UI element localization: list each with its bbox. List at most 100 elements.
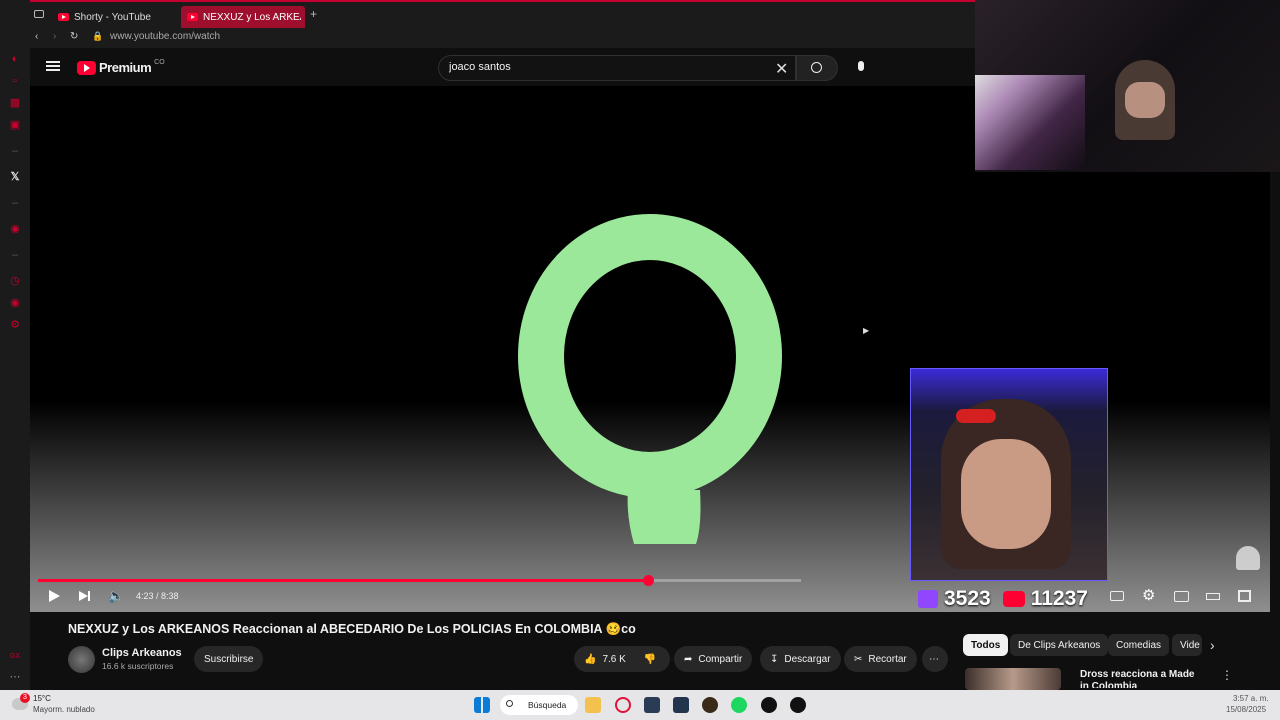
opera-sidebar: ◐ ▫ ▩ ▣ – 𝕏 – ◉ – ◷ ◉ ⚙ GX ⋯ xyxy=(0,0,30,690)
recommended-title[interactable]: Dross reacciona a Made in Colombia xyxy=(1080,669,1200,688)
clip-label: Recortar xyxy=(868,653,907,665)
clear-search-icon[interactable]: ✕ xyxy=(775,59,788,79)
back-icon[interactable]: ‹ xyxy=(35,31,38,42)
notification-badge: 3 xyxy=(20,693,30,703)
sidebar-mail-icon[interactable]: ▣ xyxy=(9,119,21,131)
sidebar-gx-icon[interactable]: GX xyxy=(9,651,21,663)
windows-start-icon[interactable] xyxy=(474,697,490,713)
progress-bar[interactable] xyxy=(38,575,801,586)
next-icon[interactable] xyxy=(77,588,93,604)
progress-fill xyxy=(38,579,649,582)
youtube-header: Premium CO ✕ xyxy=(30,48,975,86)
thumbs-up-icon: 👍 xyxy=(584,653,597,665)
file-explorer-icon[interactable] xyxy=(585,697,601,713)
subscribe-button[interactable]: Suscribirse xyxy=(194,646,264,672)
download-icon: ↧ xyxy=(770,653,779,665)
download-button[interactable]: ↧ Descargar xyxy=(760,646,841,672)
twitch-icon xyxy=(918,590,938,608)
volume-icon[interactable]: 🔈 xyxy=(108,588,124,604)
channel-avatar[interactable] xyxy=(68,646,95,673)
brand-label: Premium xyxy=(99,60,152,75)
chip-comedy[interactable]: Comedias xyxy=(1108,634,1170,656)
ghost-avatar-icon xyxy=(1236,546,1260,570)
chip-label: Vide xyxy=(1180,639,1200,651)
play-icon[interactable] xyxy=(47,588,63,604)
sidebar-divider-icon: – xyxy=(11,249,19,261)
scissors-icon: ✂ xyxy=(854,653,863,665)
clock-date[interactable]: 15/08/2025 xyxy=(1226,705,1266,714)
sidebar-settings-icon[interactable]: ⚙ xyxy=(9,319,21,331)
chip-videos[interactable]: Vide xyxy=(1172,634,1202,656)
mouse-cursor-icon: ▶ xyxy=(863,326,870,335)
youtube-viewer-count: 11237 xyxy=(1030,587,1088,610)
streamer-cam-overlay xyxy=(910,368,1108,581)
share-button[interactable]: ➦ Compartir xyxy=(674,646,753,672)
fullscreen-icon[interactable] xyxy=(1238,590,1251,602)
sidebar-history-icon[interactable]: ◐ xyxy=(9,53,21,65)
thumbs-down-icon[interactable]: 👎 xyxy=(644,654,656,665)
tab-label: Shorty - YouTube xyxy=(74,11,151,23)
video-title: NEXXUZ y Los ARKEANOS Reaccionan al ABEC… xyxy=(68,622,636,636)
opera-gx-icon[interactable] xyxy=(615,697,631,713)
country-code: CO xyxy=(154,59,165,66)
share-icon: ➦ xyxy=(684,653,693,665)
clock-time[interactable]: 3:57 a. m. xyxy=(1233,694,1269,703)
spotify-icon[interactable] xyxy=(731,697,747,713)
address-bar: ‹ › ↻ 🔒 www.youtube.com/watch xyxy=(0,28,975,48)
like-button[interactable]: 👍 7.6 K 👎 xyxy=(574,646,670,672)
channel-actions-row: Clips Arkeanos 16.6 k suscriptores Suscr… xyxy=(68,644,948,674)
youtube-premium-logo[interactable]: Premium CO xyxy=(77,59,165,75)
channel-name[interactable]: Clips Arkeanos xyxy=(102,647,182,659)
youtube-logo-icon xyxy=(77,60,96,75)
youtube-icon xyxy=(1002,591,1025,607)
progress-scrubber[interactable] xyxy=(643,575,655,586)
recommended-thumbnail[interactable] xyxy=(965,668,1061,690)
hamburger-menu-icon[interactable] xyxy=(46,61,60,71)
miniplayer-icon[interactable] xyxy=(1174,591,1189,602)
search-button[interactable] xyxy=(796,55,838,81)
app-icon-5[interactable] xyxy=(790,697,806,713)
subscriber-count: 16.6 k suscriptores xyxy=(102,661,174,671)
search-icon xyxy=(811,62,822,73)
app-icon-4[interactable] xyxy=(761,697,777,713)
recommended-more-icon[interactable]: ⋮ xyxy=(1221,668,1233,682)
search-box: ✕ xyxy=(438,55,796,81)
sidebar-player-icon[interactable]: ◉ xyxy=(9,223,21,235)
share-label: Compartir xyxy=(698,653,743,665)
sidebar-bubble-icon[interactable]: ◉ xyxy=(9,297,21,309)
app-icon-1[interactable] xyxy=(644,697,660,713)
sidebar-x-icon[interactable]: 𝕏 xyxy=(9,171,21,183)
tab-islands-icon[interactable] xyxy=(34,10,44,18)
search-input[interactable] xyxy=(449,61,769,73)
more-label: ⋯ xyxy=(929,653,939,665)
chip-all[interactable]: Todos xyxy=(963,634,1009,656)
app-icon-2[interactable] xyxy=(673,697,689,713)
subtitles-icon[interactable] xyxy=(1110,591,1124,601)
settings-icon[interactable]: ⚙ xyxy=(1142,588,1158,604)
more-actions-button[interactable]: ⋯ xyxy=(922,646,948,672)
clip-button[interactable]: ✂ Recortar xyxy=(844,646,917,672)
voice-search-icon[interactable] xyxy=(858,61,864,71)
sidebar-messenger-icon[interactable]: ▩ xyxy=(9,97,21,109)
theater-mode-icon[interactable] xyxy=(1206,593,1220,600)
sidebar-clock-icon[interactable]: ◷ xyxy=(9,275,21,287)
stream-stats: 3523 11237 xyxy=(918,586,1088,612)
app-icon-3[interactable] xyxy=(702,697,718,713)
sidebar-more-icon[interactable]: ⋯ xyxy=(9,671,21,683)
youtube-favicon-icon xyxy=(187,13,198,21)
new-tab-icon[interactable]: + xyxy=(310,7,317,21)
weather-temp: 15°C xyxy=(33,694,51,703)
download-label: Descargar xyxy=(784,653,831,665)
tab-nexxuz-active[interactable]: NEXXUZ y Los ARKEANO xyxy=(181,6,305,28)
taskbar-search[interactable]: Búsqueda xyxy=(500,695,578,715)
search-icon xyxy=(506,700,513,707)
chip-from-channel[interactable]: De Clips Arkeanos xyxy=(1010,634,1109,656)
sidebar-shop-icon[interactable]: ▫ xyxy=(9,75,21,87)
reload-icon[interactable]: ↻ xyxy=(70,31,78,42)
url-field[interactable]: www.youtube.com/watch xyxy=(110,31,220,42)
sidebar-divider-icon: – xyxy=(11,197,19,209)
chip-scroll-right-icon[interactable]: › xyxy=(1210,637,1215,653)
forward-icon[interactable]: › xyxy=(53,31,56,42)
chip-label: De Clips Arkeanos xyxy=(1018,639,1101,651)
tab-shorty[interactable]: Shorty - YouTube xyxy=(52,6,176,28)
